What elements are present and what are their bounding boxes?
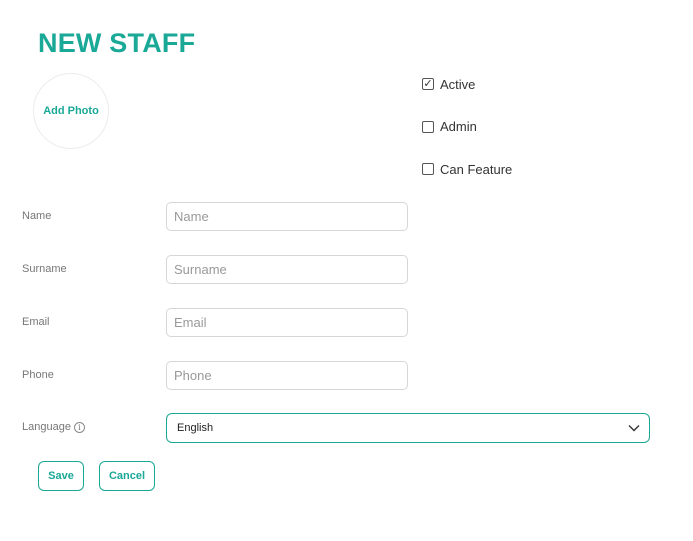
surname-label: Surname — [22, 263, 67, 275]
flag-checkboxes: ✓ Active Admin Can Feature — [422, 76, 512, 204]
info-icon[interactable]: i — [73, 421, 85, 433]
add-photo-label: Add Photo — [43, 105, 99, 117]
admin-checkbox-label: Admin — [440, 119, 477, 134]
page-title: NEW STAFF — [38, 28, 196, 58]
language-selected-value: English — [177, 422, 214, 434]
email-input[interactable] — [166, 308, 408, 337]
phone-input[interactable] — [166, 361, 408, 390]
admin-checkbox-box[interactable] — [422, 120, 434, 133]
language-label: Language — [22, 421, 71, 433]
surname-input[interactable] — [166, 255, 408, 284]
language-label-group: Language i — [22, 421, 85, 433]
phone-label: Phone — [22, 369, 54, 381]
chevron-down-icon — [628, 425, 640, 432]
admin-checkbox[interactable]: Admin — [422, 119, 512, 135]
cancel-button[interactable]: Cancel — [99, 461, 155, 491]
email-label: Email — [22, 316, 50, 328]
language-select[interactable]: English — [166, 413, 650, 443]
active-checkbox-label: Active — [440, 76, 476, 92]
new-staff-form: NEW STAFF Add Photo ✓ Active Admin Can F… — [0, 0, 693, 541]
active-checkbox[interactable]: ✓ Active — [422, 76, 512, 92]
can-feature-checkbox-box[interactable] — [422, 163, 434, 175]
can-feature-checkbox-label: Can Feature — [440, 161, 513, 177]
name-label: Name — [22, 210, 52, 222]
active-checkbox-box[interactable]: ✓ — [422, 78, 434, 90]
name-input[interactable] — [166, 202, 408, 231]
add-photo-button[interactable]: Add Photo — [33, 73, 109, 149]
can-feature-checkbox[interactable]: Can Feature — [422, 161, 512, 177]
save-button[interactable]: Save — [38, 461, 84, 491]
